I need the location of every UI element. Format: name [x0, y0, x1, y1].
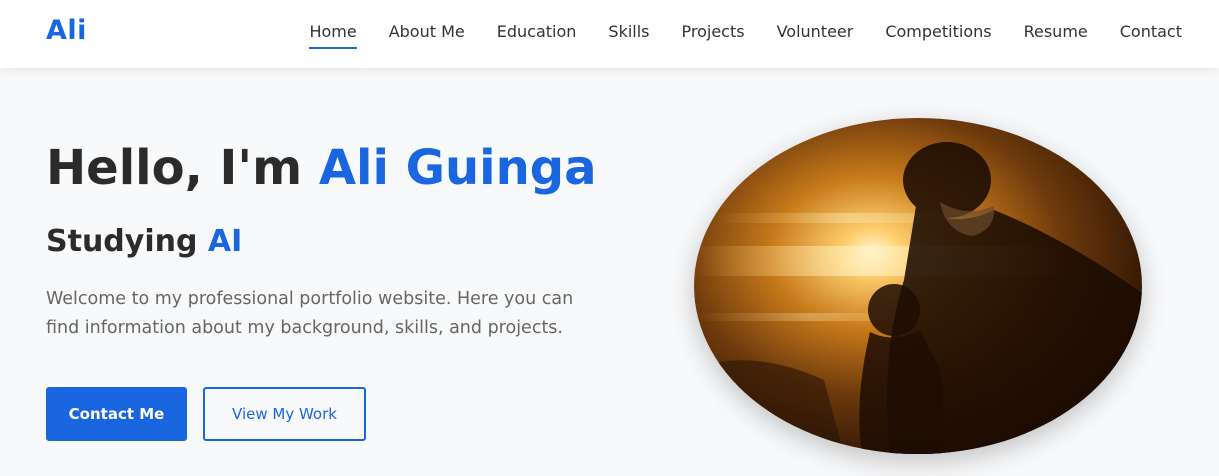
nav-link-education[interactable]: Education: [497, 22, 577, 47]
nav-item-volunteer: Volunteer: [777, 22, 854, 49]
nav-item-education: Education: [497, 22, 577, 49]
hero-section: Hello, I'm Ali Guinga Studying AI Welcom…: [46, 138, 606, 343]
profile-photo-image: [694, 118, 1142, 454]
nav-item-projects: Projects: [682, 22, 745, 49]
nav-link-competitions[interactable]: Competitions: [885, 22, 991, 47]
nav-link-volunteer[interactable]: Volunteer: [777, 22, 854, 47]
contact-me-button[interactable]: Contact Me: [46, 387, 187, 441]
nav-link-projects[interactable]: Projects: [682, 22, 745, 47]
nav-item-home: Home: [309, 22, 357, 49]
nav-link-home[interactable]: Home: [309, 22, 357, 49]
hero-title-prefix: Hello, I'm: [46, 140, 319, 196]
profile-photo: [694, 118, 1142, 454]
nav-item-competitions: Competitions: [885, 22, 991, 49]
hero-title-name: Ali Guinga: [318, 140, 597, 196]
nav-item-contact: Contact: [1120, 22, 1182, 49]
hero-subtitle-highlight: AI: [207, 224, 243, 259]
nav-item-about-me: About Me: [389, 22, 465, 49]
nav-link-about-me[interactable]: About Me: [389, 22, 465, 47]
hero-subtitle: Studying AI: [46, 222, 606, 262]
hero-buttons: Contact Me View My Work: [46, 387, 366, 441]
hero-description: Welcome to my professional portfolio web…: [46, 289, 574, 338]
nav-item-resume: Resume: [1024, 22, 1088, 49]
nav-link-skills[interactable]: Skills: [608, 22, 649, 47]
nav-link-resume[interactable]: Resume: [1024, 22, 1088, 47]
hero-subtitle-prefix: Studying: [46, 224, 208, 259]
nav-item-skills: Skills: [608, 22, 649, 49]
site-logo[interactable]: Ali: [46, 15, 87, 46]
nav-link-contact[interactable]: Contact: [1120, 22, 1182, 47]
navbar: Ali Home About Me Education Skills Proje…: [0, 0, 1219, 68]
hero-title: Hello, I'm Ali Guinga: [46, 138, 606, 198]
view-my-work-button[interactable]: View My Work: [203, 387, 366, 441]
nav-links: Home About Me Education Skills Projects …: [309, 22, 1182, 49]
